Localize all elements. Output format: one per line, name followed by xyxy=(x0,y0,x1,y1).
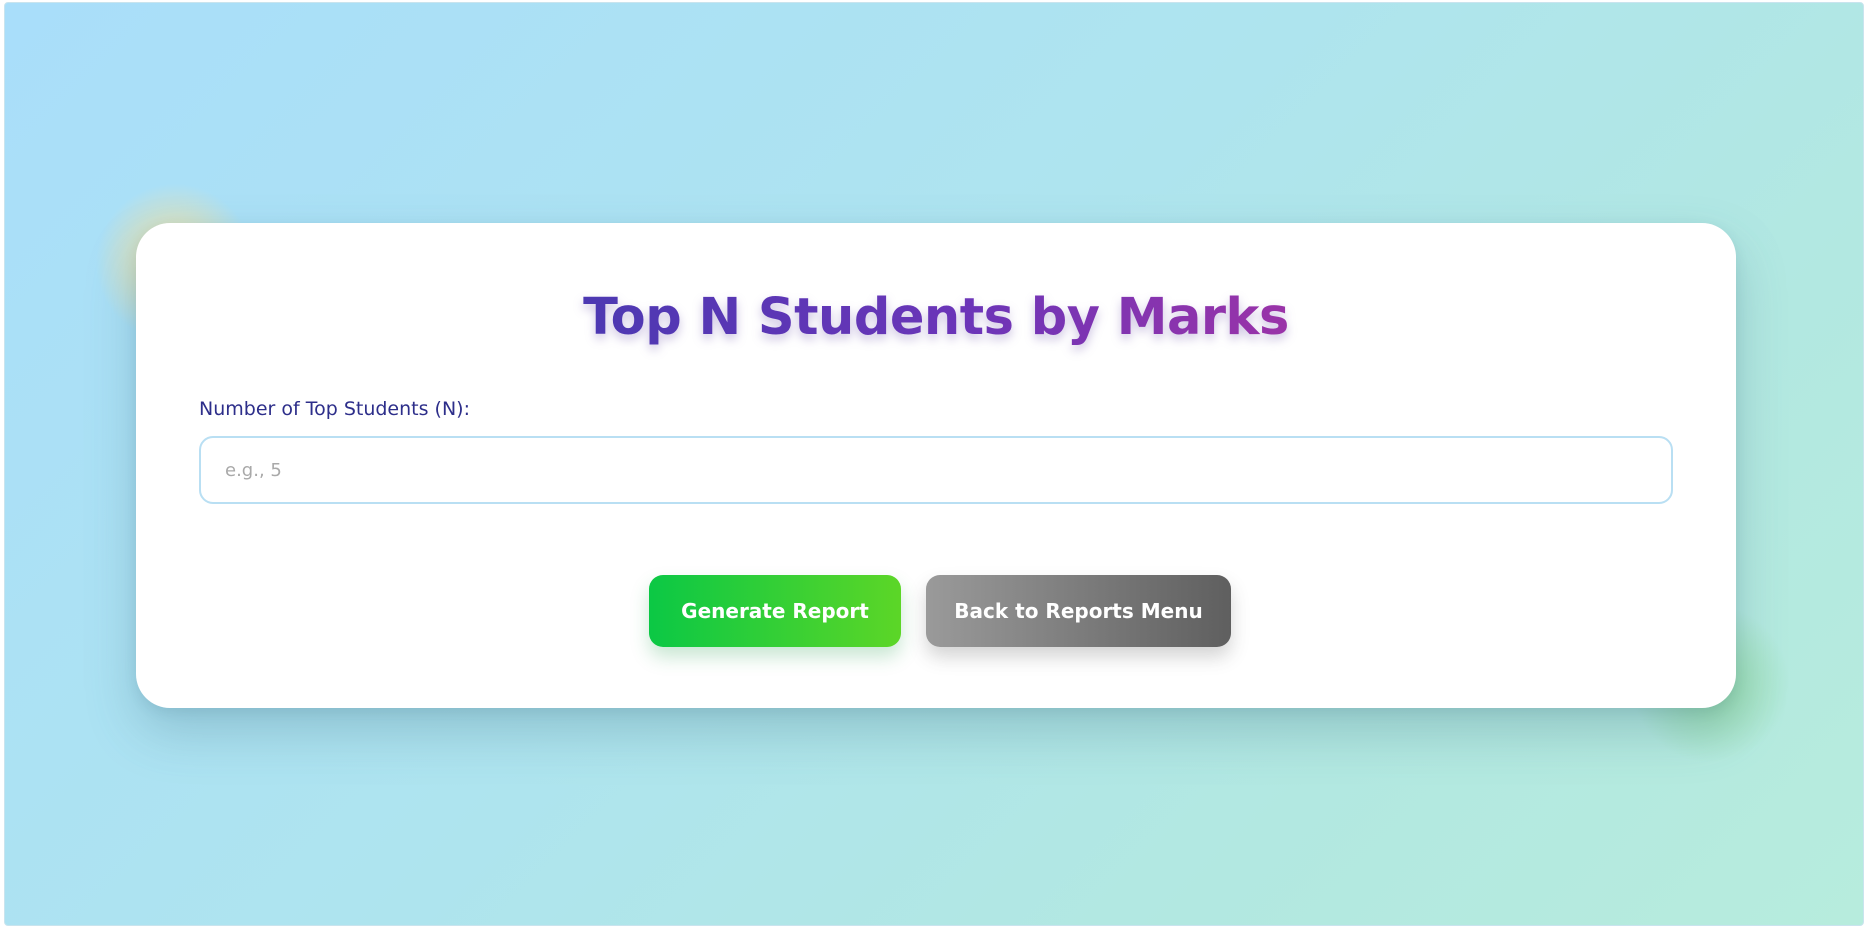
generate-report-button[interactable]: Generate Report xyxy=(649,575,901,647)
top-n-label: Number of Top Students (N): xyxy=(199,398,470,420)
back-to-reports-menu-button[interactable]: Back to Reports Menu xyxy=(926,575,1231,647)
top-n-input[interactable] xyxy=(199,436,1673,504)
page-title-text: Top N Students by Marks xyxy=(583,288,1289,347)
report-form-card: Top N Students by Marks Number of Top St… xyxy=(136,223,1736,708)
page-background: Top N Students by Marks Number of Top St… xyxy=(4,2,1864,926)
page-title: Top N Students by Marks xyxy=(136,287,1736,348)
